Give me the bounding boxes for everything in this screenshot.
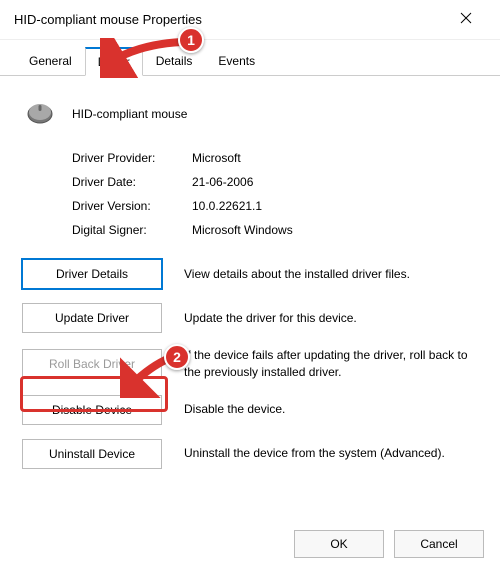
date-label: Driver Date: bbox=[72, 175, 192, 189]
dialog-footer: OK Cancel bbox=[294, 530, 484, 558]
version-label: Driver Version: bbox=[72, 199, 192, 213]
disable-device-desc: Disable the device. bbox=[184, 401, 478, 418]
update-driver-desc: Update the driver for this device. bbox=[184, 310, 478, 327]
signer-value: Microsoft Windows bbox=[192, 223, 293, 237]
device-header: HID-compliant mouse bbox=[22, 94, 478, 133]
signer-label: Digital Signer: bbox=[72, 223, 192, 237]
cancel-button[interactable]: Cancel bbox=[394, 530, 484, 558]
update-driver-button[interactable]: Update Driver bbox=[22, 303, 162, 333]
rollback-driver-button[interactable]: Roll Back Driver bbox=[22, 349, 162, 379]
window-title: HID-compliant mouse Properties bbox=[14, 12, 202, 27]
annotation-callout-2: 2 bbox=[164, 344, 190, 370]
version-value: 10.0.22621.1 bbox=[192, 199, 262, 213]
close-button[interactable] bbox=[446, 0, 486, 40]
tab-events[interactable]: Events bbox=[205, 47, 268, 76]
tab-driver[interactable]: Driver bbox=[85, 47, 143, 76]
disable-device-button[interactable]: Disable Device bbox=[22, 395, 162, 425]
device-name: HID-compliant mouse bbox=[72, 107, 187, 121]
uninstall-device-button[interactable]: Uninstall Device bbox=[22, 439, 162, 469]
rollback-driver-desc: If the device fails after updating the d… bbox=[184, 347, 478, 381]
provider-value: Microsoft bbox=[192, 151, 241, 165]
mouse-icon bbox=[22, 94, 58, 133]
titlebar: HID-compliant mouse Properties bbox=[0, 0, 500, 40]
provider-label: Driver Provider: bbox=[72, 151, 192, 165]
tab-general[interactable]: General bbox=[16, 47, 85, 76]
date-value: 21-06-2006 bbox=[192, 175, 253, 189]
uninstall-device-desc: Uninstall the device from the system (Ad… bbox=[184, 445, 478, 462]
driver-panel: HID-compliant mouse Driver Provider: Mic… bbox=[0, 76, 500, 491]
driver-info: Driver Provider: Microsoft Driver Date: … bbox=[72, 151, 478, 237]
annotation-callout-1: 1 bbox=[178, 27, 204, 53]
tab-strip: General Driver Details Events bbox=[0, 46, 500, 76]
ok-button[interactable]: OK bbox=[294, 530, 384, 558]
driver-details-button[interactable]: Driver Details bbox=[22, 259, 162, 289]
driver-details-desc: View details about the installed driver … bbox=[184, 266, 478, 283]
close-icon bbox=[460, 12, 472, 27]
